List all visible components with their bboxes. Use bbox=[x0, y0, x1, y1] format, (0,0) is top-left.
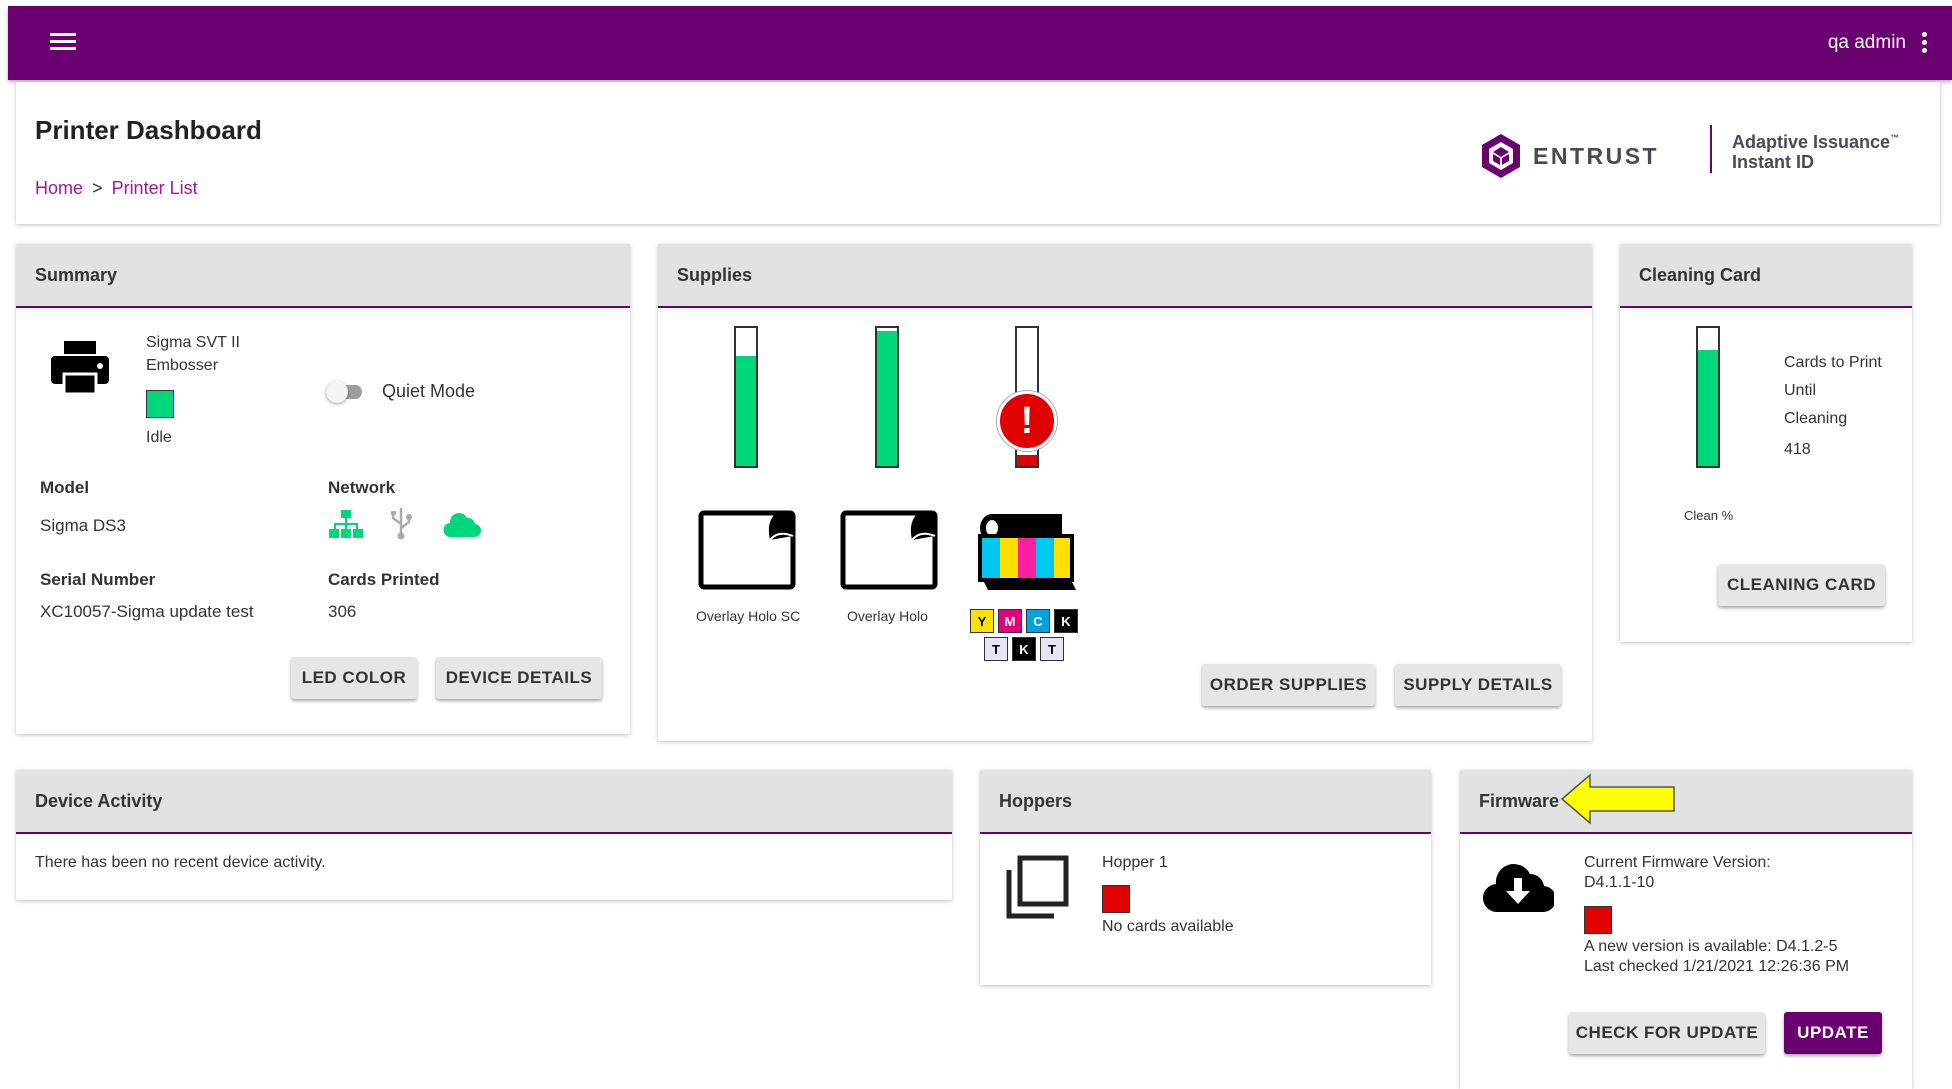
page-title: Printer Dashboard bbox=[35, 115, 262, 145]
cleaning-gauge-fill bbox=[1698, 350, 1718, 466]
product-line-1: Adaptive Issuance™ bbox=[1732, 132, 1899, 153]
ribbon-panel-k: K bbox=[1012, 637, 1036, 661]
cleaning-gauge bbox=[1696, 326, 1720, 468]
printer-icon bbox=[51, 341, 109, 396]
current-firmware-label: Current Firmware Version: bbox=[1584, 854, 1771, 871]
supply-gauge-overlay-holo-sc bbox=[734, 326, 758, 468]
toggle-thumb bbox=[326, 381, 348, 403]
hopper-stack-icon bbox=[1006, 855, 1069, 919]
cards-printed-value: 306 bbox=[328, 602, 357, 621]
hoppers-header: Hoppers bbox=[980, 770, 1431, 834]
color-ribbon-icon bbox=[978, 514, 1076, 590]
cards-to-print-count: 418 bbox=[1784, 441, 1811, 458]
brand-name: ENTRUST bbox=[1533, 143, 1660, 169]
cleaning-card-button[interactable]: CLEANING CARD bbox=[1718, 564, 1885, 606]
more-vert-icon[interactable] bbox=[1922, 32, 1928, 54]
product-line-2: Instant ID bbox=[1732, 152, 1815, 172]
ribbon-panel-t: T bbox=[984, 637, 1008, 661]
logo-divider bbox=[1710, 125, 1712, 173]
top-app-bar: qa admin bbox=[8, 6, 1952, 80]
cards-to-print-line-2: Until bbox=[1784, 382, 1817, 399]
ethernet-icon bbox=[329, 510, 363, 538]
cards-to-print-line-1: Cards to Print bbox=[1784, 354, 1882, 371]
led-color-button[interactable]: LED COLOR bbox=[291, 657, 417, 699]
serial-number-value: XC10057-Sigma update test bbox=[40, 602, 254, 621]
status-indicator bbox=[146, 390, 174, 418]
new-version-available: A new version is available: D4.1.2-5 bbox=[1584, 938, 1838, 955]
ribbon-panel-c: C bbox=[1026, 609, 1050, 633]
entrust-hex-icon bbox=[1482, 134, 1520, 178]
hopper-status-text: No cards available bbox=[1102, 918, 1234, 935]
current-firmware-value: D4.1.1-10 bbox=[1584, 874, 1655, 891]
breadcrumb-home[interactable]: Home bbox=[35, 178, 83, 198]
model-value: Sigma DS3 bbox=[40, 516, 126, 535]
order-supplies-button[interactable]: ORDER SUPPLIES bbox=[1202, 664, 1375, 706]
cloud-icon bbox=[443, 513, 481, 538]
supply-details-button[interactable]: SUPPLY DETAILS bbox=[1395, 664, 1561, 706]
hoppers-card: Hoppers Hopper 1 No cards available bbox=[980, 770, 1431, 985]
cleaning-gauge-label: Clean % bbox=[1684, 508, 1734, 523]
device-activity-message: There has been no recent device activity… bbox=[35, 854, 326, 871]
cards-to-print-line-3: Cleaning bbox=[1784, 410, 1848, 427]
quiet-mode-label: Quiet Mode bbox=[382, 381, 476, 401]
model-label: Model bbox=[40, 478, 90, 497]
annotation-arrow-icon bbox=[1560, 773, 1675, 825]
overlay-card-icon bbox=[840, 510, 938, 590]
quiet-mode-toggle[interactable] bbox=[326, 380, 362, 403]
usb-icon bbox=[391, 508, 412, 540]
hopper-name: Hopper 1 bbox=[1102, 854, 1168, 871]
hamburger-menu-icon[interactable] bbox=[50, 33, 76, 53]
cleaning-card-panel: Cleaning Card Clean % Cards to Print Unt… bbox=[1620, 244, 1912, 642]
supply-label-overlay-holo-sc: Overlay Holo SC bbox=[696, 608, 801, 624]
ribbon-panel-k: K bbox=[1054, 609, 1078, 633]
alert-glyph: ! bbox=[1020, 399, 1034, 442]
supplies-header: Supplies bbox=[658, 244, 1592, 308]
user-name[interactable]: qa admin bbox=[1828, 32, 1906, 54]
supply-gauge-fill bbox=[736, 355, 756, 466]
trademark: ™ bbox=[1890, 133, 1900, 143]
breadcrumb-printer-list[interactable]: Printer List bbox=[112, 178, 198, 198]
update-button[interactable]: UPDATE bbox=[1784, 1012, 1882, 1054]
firmware-card: Firmware Current Firmware Version: D4.1.… bbox=[1460, 770, 1912, 1089]
check-for-update-button[interactable]: CHECK FOR UPDATE bbox=[1569, 1012, 1765, 1054]
last-checked: Last checked 1/21/2021 12:26:36 PM bbox=[1584, 958, 1850, 975]
supply-gauge-fill bbox=[1017, 454, 1037, 466]
supply-gauge-overlay-holo bbox=[875, 326, 899, 468]
ribbon-panel-y: Y bbox=[970, 609, 994, 633]
hopper-status-indicator bbox=[1102, 885, 1130, 913]
serial-number-label: Serial Number bbox=[40, 570, 156, 589]
network-label: Network bbox=[328, 478, 396, 497]
printer-name-line-2: Embosser bbox=[146, 357, 219, 374]
supplies-card: Supplies ! Overlay Holo SC Overlay Holo … bbox=[658, 244, 1592, 741]
firmware-status-indicator bbox=[1584, 906, 1612, 934]
overlay-card-icon bbox=[698, 510, 796, 590]
device-details-button[interactable]: DEVICE DETAILS bbox=[436, 657, 602, 699]
printer-name-line-1: Sigma SVT II bbox=[146, 334, 240, 351]
breadcrumb-separator: > bbox=[92, 178, 103, 198]
supply-gauge-fill bbox=[877, 330, 897, 466]
entrust-logo: ENTRUST Adaptive Issuance™ Instant ID bbox=[1479, 125, 1919, 180]
cloud-download-icon bbox=[1482, 864, 1554, 913]
cards-printed-label: Cards Printed bbox=[328, 570, 440, 589]
device-activity-header: Device Activity bbox=[16, 770, 952, 834]
firmware-header: Firmware bbox=[1460, 770, 1912, 834]
device-activity-card: Device Activity There has been no recent… bbox=[16, 770, 952, 900]
summary-header: Summary bbox=[16, 244, 630, 308]
supply-label-overlay-holo: Overlay Holo bbox=[847, 608, 928, 624]
status-text: Idle bbox=[146, 429, 172, 446]
cleaning-card-header: Cleaning Card bbox=[1620, 244, 1912, 308]
product-name: Adaptive Issuance bbox=[1732, 132, 1891, 152]
low-supply-alert-icon: ! bbox=[997, 391, 1057, 451]
breadcrumb: Home > Printer List bbox=[35, 178, 198, 199]
ribbon-panel-m: M bbox=[998, 609, 1022, 633]
page-header: Printer Dashboard Home > Printer List EN… bbox=[16, 82, 1940, 224]
summary-card: Summary Sigma SVT II Embosser Idle Quiet… bbox=[16, 244, 630, 734]
ribbon-panel-t: T bbox=[1040, 637, 1064, 661]
